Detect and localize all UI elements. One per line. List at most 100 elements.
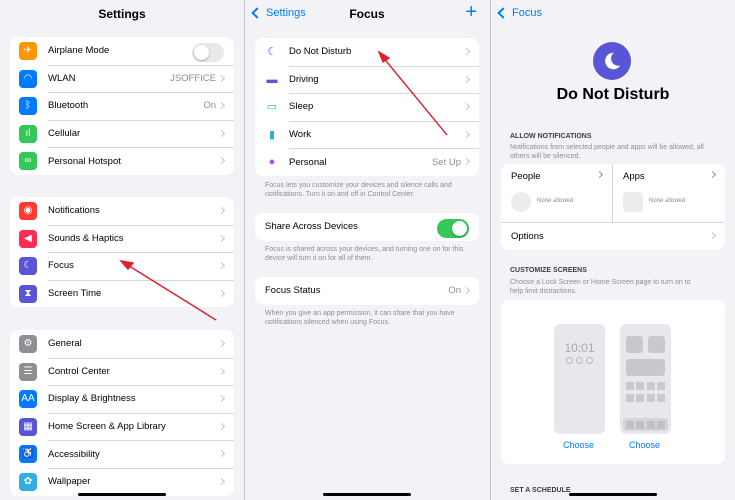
row-focus[interactable]: ☾ Focus [10, 252, 234, 280]
row-label: Screen Time [48, 288, 102, 300]
row-wallpaper[interactable]: ✿ Wallpaper [10, 467, 234, 496]
set-schedule-header: SET A SCHEDULE [510, 487, 571, 494]
badge-icon: ▮ [268, 128, 276, 141]
row-label: Personal [289, 156, 327, 168]
notifications-group: ◉ Notifications ◀ Sounds & Haptics ☾ Focus ⧗ Sc… [10, 197, 234, 308]
page-title: Do Not Disturb [556, 86, 670, 103]
widget-dots [566, 357, 593, 364]
screenshot-root: Settings ✈ Airplane Mode ◠ WLAN JSOFFICE ᛒ Blu… [0, 0, 735, 500]
row-label: Driving [289, 73, 319, 85]
row-label: Work [289, 129, 311, 141]
home-screen-preview[interactable] [620, 324, 671, 434]
row-wlan[interactable]: ◠ WLAN JSOFFICE [10, 64, 234, 93]
row-cellular[interactable]: ıl Cellular [10, 119, 234, 148]
row-label: Cellular [48, 128, 81, 140]
apps-section[interactable]: Apps None allowed [613, 164, 725, 222]
allow-notifications-note: Notifications from selected people and a… [510, 144, 704, 160]
row-do-not-disturb[interactable]: ☾ Do Not Disturb [255, 38, 479, 66]
chevron-left-icon [497, 7, 509, 19]
moon-icon: ☾ [19, 257, 37, 276]
share-toggle[interactable] [437, 219, 469, 238]
chevron-right-icon [708, 170, 717, 179]
chevron-right-icon [217, 102, 226, 110]
row-label: Home Screen & App Library [48, 421, 166, 433]
row-airplane-mode[interactable]: ✈ Airplane Mode [10, 37, 234, 65]
airplane-icon: ✈ [19, 42, 37, 60]
allow-card: People None allowed Apps None allowed Op… [501, 164, 725, 250]
row-label: Bluetooth [48, 100, 89, 112]
row-label: Personal Hotspot [48, 155, 121, 167]
toggle-knob [194, 45, 209, 60]
row-accessibility[interactable]: ♿ Accessibility [10, 440, 234, 468]
apps-placeholder-icon [623, 192, 643, 212]
moon-icon: ☾ [267, 46, 277, 58]
row-driving[interactable]: ▬ Driving [255, 65, 479, 94]
hotspot-icon: ∞ [19, 152, 37, 171]
notifications-icon: ◉ [19, 202, 37, 220]
chevron-right-icon [462, 286, 471, 295]
row-screen-time[interactable]: ⧗ Screen Time [10, 279, 234, 308]
focus-status-label: Focus Status [265, 285, 321, 297]
settings-navbar: Settings [0, 0, 244, 28]
lock-time: 10:01 [564, 341, 595, 355]
wifi-icon: ◠ [19, 69, 37, 88]
row-label: Display & Brightness [48, 393, 136, 405]
choose-lock-screen-button[interactable]: Choose [563, 440, 594, 450]
row-display-brightness[interactable]: AA Display & Brightness [10, 385, 234, 413]
row-bluetooth[interactable]: ᛒ Bluetooth On [10, 92, 234, 120]
options-row[interactable]: Options [501, 222, 725, 250]
row-value: Set Up [431, 156, 461, 168]
bluetooth-icon: ᛒ [19, 97, 37, 116]
row-label: Sleep [289, 101, 314, 113]
focus-navbar: Settings Focus + [245, 0, 489, 28]
row-label: General [48, 338, 82, 350]
row-general[interactable]: ⚙ General [10, 330, 234, 358]
share-group: Share Across Devices [255, 213, 479, 241]
home-indicator [569, 493, 657, 496]
focus-modes-note: Focus lets you customize your devices an… [265, 182, 452, 198]
status-note: When you give an app permission, it can … [265, 310, 455, 326]
share-note: Focus is shared across your devices, and… [265, 246, 464, 262]
lock-screen-preview[interactable]: 10:01 [554, 324, 605, 434]
cellular-icon: ıl [19, 124, 37, 143]
general-group: ⚙ General ☰ Control Center AA Display & Brigh… [10, 330, 234, 496]
status-group: Focus Status On [255, 277, 479, 305]
page-title: Focus [349, 7, 385, 21]
row-control-center[interactable]: ☰ Control Center [10, 357, 234, 386]
focus-status-row[interactable]: Focus Status On [255, 277, 479, 305]
brightness-icon: AA [19, 390, 37, 409]
customize-screens-header: CUSTOMIZE SCREENS [510, 267, 587, 274]
choose-home-screen-button[interactable]: Choose [629, 440, 660, 450]
hourglass-icon: ⧗ [19, 284, 37, 303]
people-value: None allowed [537, 198, 574, 204]
add-focus-button[interactable]: + [465, 2, 477, 22]
row-home-screen-app-library[interactable]: ▦ Home Screen & App Library [10, 412, 234, 441]
row-personal-hotspot[interactable]: ∞ Personal Hotspot [10, 147, 234, 175]
back-button[interactable]: Focus [497, 7, 542, 19]
home-indicator [323, 493, 411, 496]
people-label: People [511, 171, 541, 182]
people-section[interactable]: People None allowed [501, 164, 613, 222]
focus-panel: Settings Focus + ☾ Do Not Disturb ▬ Driving… [245, 0, 489, 500]
row-value: On [203, 100, 216, 112]
airplane-mode-toggle[interactable] [192, 43, 224, 62]
row-notifications[interactable]: ◉ Notifications [10, 197, 234, 225]
share-across-devices-row: Share Across Devices [255, 213, 479, 241]
row-sounds-haptics[interactable]: ◀ Sounds & Haptics [10, 224, 234, 253]
wallpaper-icon: ✿ [19, 472, 37, 491]
car-icon: ▬ [266, 73, 278, 86]
row-label: Accessibility [48, 448, 100, 460]
chevron-right-icon [217, 74, 226, 82]
focus-modes-group: ☾ Do Not Disturb ▬ Driving ▭ Sleep ▮ Work ● Perso… [255, 38, 479, 176]
allow-notifications-header: ALLOW NOTIFICATIONS [510, 133, 592, 140]
options-label: Options [511, 231, 544, 242]
row-work[interactable]: ▮ Work [255, 120, 479, 149]
person-icon: ● [268, 156, 276, 169]
settings-panel: Settings ✈ Airplane Mode ◠ WLAN JSOFFICE ᛒ Blu… [0, 0, 244, 500]
row-personal[interactable]: ● Personal Set Up [255, 148, 479, 176]
dnd-panel: Focus Do Not Disturb ALLOW NOTIFICATIONS… [491, 0, 735, 500]
row-sleep[interactable]: ▭ Sleep [255, 93, 479, 121]
back-label: Focus [512, 7, 542, 19]
chevron-right-icon [462, 158, 471, 166]
apps-label: Apps [623, 171, 645, 182]
